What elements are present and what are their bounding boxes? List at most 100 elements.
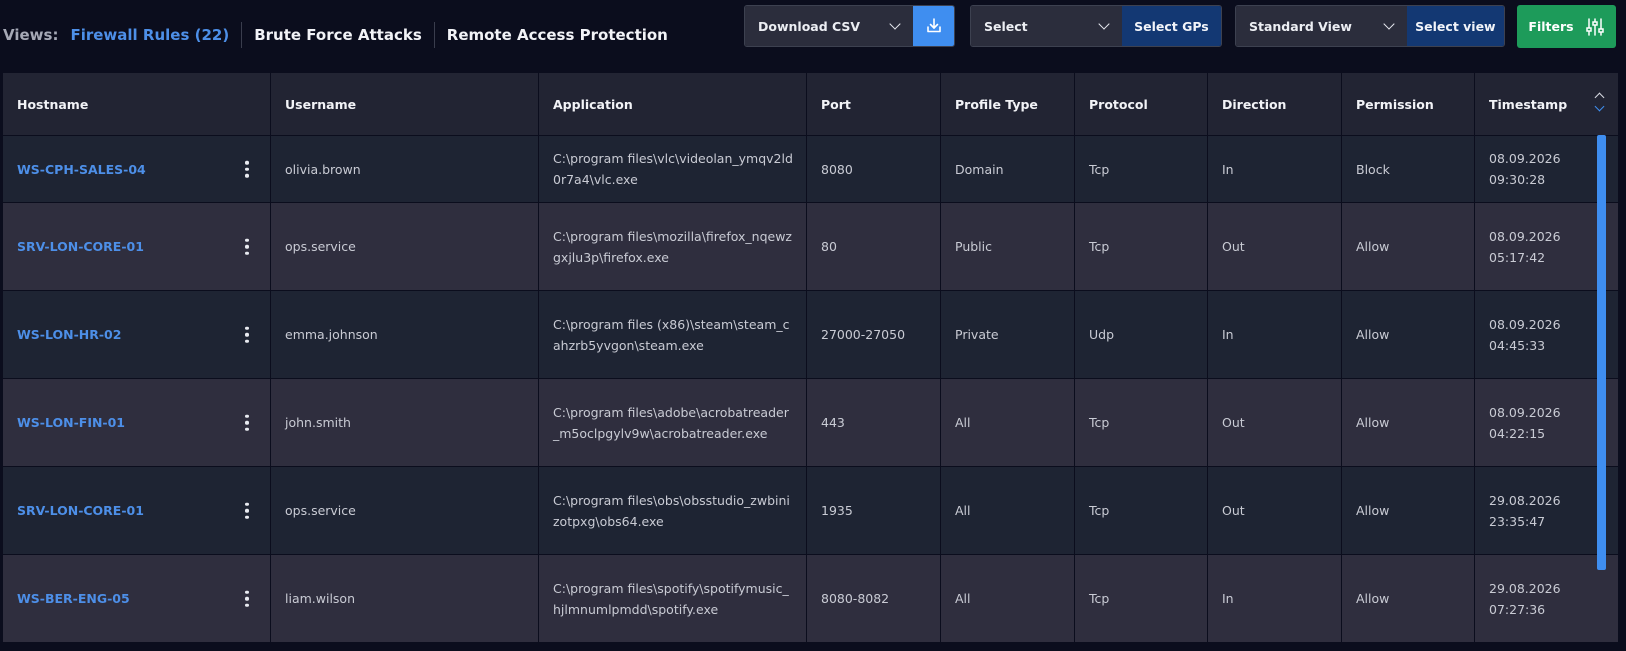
username-cell: liam.wilson [271,555,539,642]
view-dropdown-value: Standard View [1249,18,1352,34]
hostname-link[interactable]: SRV-LON-CORE-01 [17,500,144,521]
permission-cell: Allow [1342,379,1475,466]
firewall-rules-table: Hostname Username Application Port Profi… [3,73,1618,651]
column-header-profile-type[interactable]: Profile Type [941,73,1075,135]
profile-type-cell: Domain [941,136,1075,202]
tab-firewall-rules[interactable]: Firewall Rules (22) [70,23,241,47]
hostname-link[interactable]: WS-LON-FIN-01 [17,412,125,433]
row-actions-icon[interactable] [245,238,249,255]
permission-cell: Allow [1342,291,1475,378]
direction-cell: In [1208,291,1342,378]
column-header-protocol[interactable]: Protocol [1075,73,1208,135]
username-cell: emma.johnson [271,291,539,378]
direction-cell: In [1208,555,1342,642]
application-cell: C:\program files (x86)\steam\steam_cahzr… [539,291,807,378]
group-policy-control: Select Select GPs [970,5,1222,47]
hostname-cell[interactable]: WS-LON-FIN-01 [3,379,271,466]
row-actions-icon[interactable] [245,414,249,431]
download-format-dropdown[interactable]: Download CSV [745,6,914,46]
group-policy-dropdown[interactable]: Select [971,6,1122,46]
table-row[interactable]: WS-CPH-SALES-04 olivia.brown C:\program … [3,136,1618,203]
port-cell: 443 [807,379,941,466]
column-header-port[interactable]: Port [807,73,941,135]
column-header-application[interactable]: Application [539,73,807,135]
hostname-cell[interactable]: WS-BER-ENG-05 [3,555,271,642]
table-row[interactable]: WS-LON-FIN-01 john.smith C:\program file… [3,379,1618,467]
protocol-cell: Tcp [1075,467,1208,554]
hostname-cell[interactable]: SRV-LON-CORE-01 [3,467,271,554]
top-bar: Views: Firewall Rules (22) Brute Force A… [0,0,1626,72]
application-cell: C:\program files\vlc\videolan_ymqv2ld0r7… [539,136,807,202]
view-control: Standard View Select view [1235,5,1505,47]
chevron-down-icon [889,17,902,30]
chevron-down-icon [1383,17,1395,30]
table-row[interactable]: WS-BER-ENG-05 liam.wilson C:\program fil… [3,555,1618,643]
port-cell: 1935 [807,467,941,554]
username-cell: john.smith [271,379,539,466]
port-cell: 80 [807,203,941,290]
row-actions-icon[interactable] [245,590,249,607]
chevron-down-icon [1098,17,1110,30]
table-header: Hostname Username Application Port Profi… [3,73,1618,135]
username-cell: ops.service [271,203,539,290]
select-gps-button[interactable]: Select GPs [1121,6,1221,46]
sliders-icon [1585,17,1604,36]
download-csv-control: Download CSV [744,5,955,47]
direction-cell: Out [1208,379,1342,466]
row-actions-icon[interactable] [245,160,249,178]
direction-cell: Out [1208,467,1342,554]
row-actions-icon[interactable] [245,502,249,519]
view-dropdown[interactable]: Standard View [1236,6,1407,46]
table-body: WS-CPH-SALES-04 olivia.brown C:\program … [3,136,1618,643]
direction-cell: In [1208,136,1342,202]
table-row[interactable]: SRV-LON-CORE-01 ops.service C:\program f… [3,203,1618,291]
views-nav: Views: Firewall Rules (22) Brute Force A… [3,22,680,48]
column-header-permission[interactable]: Permission [1342,73,1475,135]
download-format-value: Download CSV [758,18,861,34]
protocol-cell: Udp [1075,291,1208,378]
table-row[interactable]: WS-LON-HR-02 emma.johnson C:\program fil… [3,291,1618,379]
row-actions-icon[interactable] [245,326,249,343]
permission-cell: Allow [1342,203,1475,290]
hostname-link[interactable]: WS-BER-ENG-05 [17,588,130,609]
profile-type-cell: All [941,467,1075,554]
port-cell: 27000-27050 [807,291,941,378]
select-view-button[interactable]: Select view [1406,6,1504,46]
protocol-cell: Tcp [1075,203,1208,290]
profile-type-cell: Public [941,203,1075,290]
application-cell: C:\program files\obs\obsstudio_zwbinizot… [539,467,807,554]
permission-cell: Allow [1342,467,1475,554]
username-cell: ops.service [271,467,539,554]
filters-button[interactable]: Filters [1517,5,1616,48]
protocol-cell: Tcp [1075,136,1208,202]
direction-cell: Out [1208,203,1342,290]
protocol-cell: Tcp [1075,379,1208,466]
permission-cell: Allow [1342,555,1475,642]
column-header-hostname[interactable]: Hostname [3,73,271,135]
hostname-link[interactable]: WS-LON-HR-02 [17,324,121,345]
hostname-link[interactable]: WS-CPH-SALES-04 [17,159,146,180]
table-row[interactable]: SRV-LON-CORE-01 ops.service C:\program f… [3,467,1618,555]
protocol-cell: Tcp [1075,555,1208,642]
group-policy-value: Select [984,18,1028,34]
download-button[interactable] [913,6,954,46]
permission-cell: Block [1342,136,1475,202]
port-cell: 8080 [807,136,941,202]
column-header-direction[interactable]: Direction [1208,73,1342,135]
hostname-cell[interactable]: WS-CPH-SALES-04 [3,136,271,202]
tab-brute-force-attacks[interactable]: Brute Force Attacks [242,23,434,47]
tab-remote-access-protection[interactable]: Remote Access Protection [435,23,680,47]
column-header-timestamp[interactable]: Timestamp [1475,73,1618,135]
hostname-cell[interactable]: WS-LON-HR-02 [3,291,271,378]
table-scrollbar[interactable] [1597,135,1606,570]
download-icon [926,18,941,33]
column-header-timestamp-label: Timestamp [1489,96,1568,112]
sort-icon[interactable] [1594,92,1608,115]
hostname-cell[interactable]: SRV-LON-CORE-01 [3,203,271,290]
hostname-link[interactable]: SRV-LON-CORE-01 [17,236,144,257]
column-header-username[interactable]: Username [271,73,539,135]
profile-type-cell: All [941,379,1075,466]
filters-label: Filters [1528,19,1574,34]
application-cell: C:\program files\spotify\spotifymusic_hj… [539,555,807,642]
profile-type-cell: Private [941,291,1075,378]
